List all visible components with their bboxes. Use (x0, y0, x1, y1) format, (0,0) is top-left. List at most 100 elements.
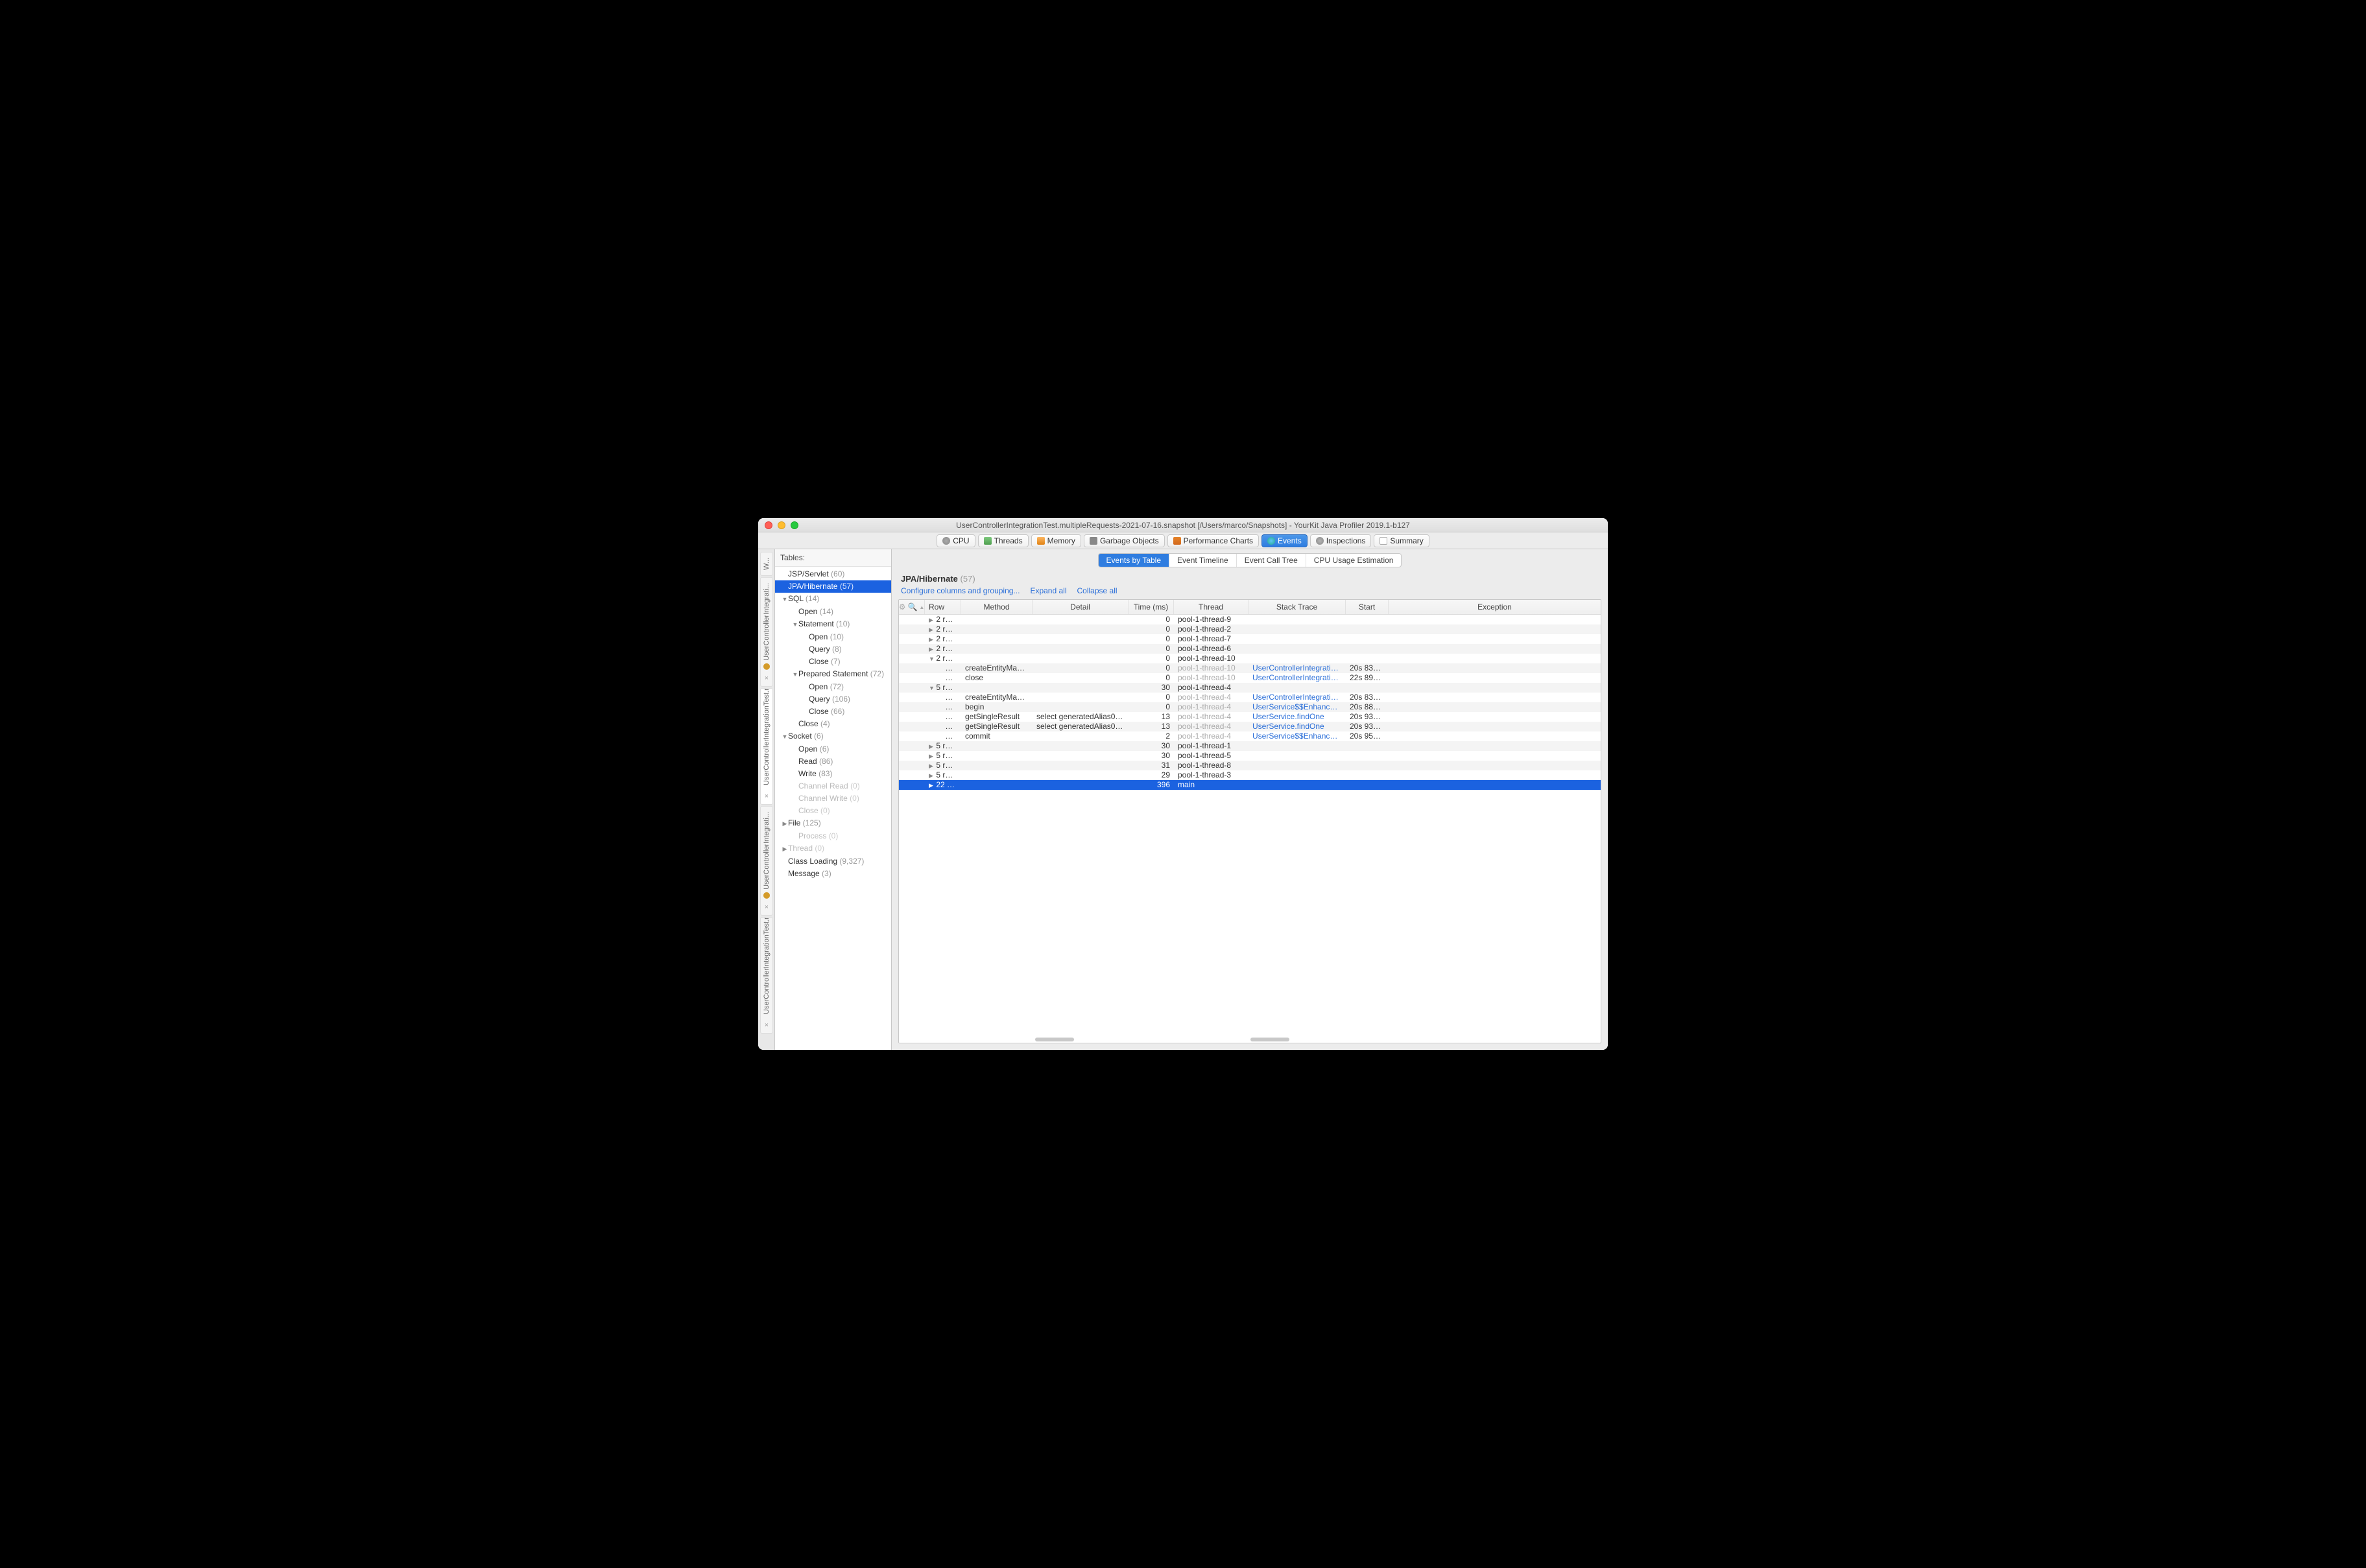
col-header-stack[interactable]: Stack Trace (1249, 600, 1346, 614)
disclosure-icon[interactable]: ▼ (782, 732, 788, 742)
tab-cpu[interactable]: CPU (937, 534, 975, 547)
gutter-tab[interactable]: ×UserControllerIntegrati... (760, 577, 773, 687)
tree-item[interactable]: JSP/Servlet (60) (775, 568, 891, 580)
close-icon[interactable]: × (763, 792, 770, 799)
col-header-thread[interactable]: Thread (1174, 600, 1249, 614)
disclosure-icon[interactable]: ▼ (792, 670, 798, 680)
disclosure-icon[interactable]: ▼ (929, 654, 934, 664)
table-row[interactable]: ▶ 5 rows30pool-1-thread-5 (899, 751, 1601, 761)
table-row[interactable]: ▶ 5 rows31pool-1-thread-8 (899, 761, 1601, 770)
gutter-tab[interactable]: ×UserControllerIntegrationTest.m... (760, 688, 773, 805)
tree-item[interactable]: Open (72) (775, 681, 891, 693)
tree-item[interactable]: Class Loading (9,327) (775, 855, 891, 868)
disclosure-icon[interactable]: ▼ (929, 683, 934, 693)
table-row[interactable]: ▶ 5 rows30pool-1-thread-1 (899, 741, 1601, 751)
tree-item[interactable]: ▼SQL (14) (775, 593, 891, 606)
disclosure-icon[interactable]: ▶ (929, 645, 934, 654)
table-row[interactable]: ▶ 2 rows0pool-1-thread-6 (899, 644, 1601, 654)
tab-inspections[interactable]: Inspections (1310, 534, 1372, 547)
tree-item[interactable]: ▶File (125) (775, 817, 891, 830)
table-row[interactable]: #33begin0pool-1-thread-4UserService$$Enh… (899, 702, 1601, 712)
search-icon[interactable]: 🔍 (907, 602, 917, 612)
close-icon[interactable]: × (763, 674, 770, 681)
tree-item[interactable]: Channel Read (0) (775, 780, 891, 792)
tree-item[interactable]: ▼Socket (6) (775, 730, 891, 743)
col-controls[interactable]: ⚙🔍▲ (899, 600, 925, 614)
tree-item[interactable]: Channel Write (0) (775, 792, 891, 805)
tree-item[interactable]: ▶Thread (0) (775, 842, 891, 855)
col-header-exception[interactable]: Exception (1389, 600, 1601, 614)
disclosure-icon[interactable]: ▶ (929, 742, 934, 752)
table-row[interactable]: #54close0pool-1-thread-10UserControllerI… (899, 673, 1601, 683)
table-body[interactable]: ▶ 2 rows0pool-1-thread-9▶ 2 rows0pool-1-… (899, 615, 1601, 1043)
table-row[interactable]: #43getSingleResultselect generatedAlias0… (899, 722, 1601, 731)
disclosure-icon[interactable]: ▶ (782, 819, 788, 829)
col-header-detail[interactable]: Detail (1033, 600, 1129, 614)
tree-item[interactable]: Open (6) (775, 743, 891, 755)
tree-item[interactable]: Process (0) (775, 830, 891, 842)
col-header-row[interactable]: Row (925, 600, 961, 614)
gutter-tab[interactable]: W... (760, 552, 773, 576)
disclosure-icon[interactable]: ▶ (929, 781, 934, 790)
table-row[interactable]: #51commit2pool-1-thread-4UserService$$En… (899, 731, 1601, 741)
table-row[interactable]: ▶ 22 rows396main (899, 780, 1601, 790)
disclosure-icon[interactable]: ▶ (929, 752, 934, 761)
table-row[interactable]: #40getSingleResultselect generatedAlias0… (899, 712, 1601, 722)
col-header-start[interactable]: Start (1346, 600, 1389, 614)
tree-item[interactable]: Open (14) (775, 606, 891, 618)
h-scroll-thumb-2[interactable] (1250, 1038, 1289, 1041)
table-row[interactable]: #24createEntityManager0pool-1-thread-4Us… (899, 693, 1601, 702)
tree-item[interactable]: Open (10) (775, 631, 891, 643)
col-header-time[interactable]: Time (ms) (1129, 600, 1174, 614)
tree-item[interactable]: Close (0) (775, 805, 891, 817)
tab-threads[interactable]: Threads (978, 534, 1029, 547)
tab-memory[interactable]: Memory (1031, 534, 1081, 547)
close-icon[interactable]: × (763, 1021, 770, 1028)
tree-item[interactable]: Close (66) (775, 706, 891, 718)
close-icon[interactable]: × (763, 903, 770, 910)
table-row[interactable]: ▼ 5 rows30pool-1-thread-4 (899, 683, 1601, 693)
maximize-icon[interactable] (791, 521, 798, 529)
table-row[interactable]: ▶ 2 rows0pool-1-thread-2 (899, 624, 1601, 634)
tree-item[interactable]: Query (8) (775, 643, 891, 656)
subtab-event-call-tree[interactable]: Event Call Tree (1237, 554, 1306, 567)
disclosure-icon[interactable]: ▶ (929, 625, 934, 635)
tab-performance[interactable]: Performance Charts (1167, 534, 1259, 547)
table-row[interactable]: #30createEntityManager0pool-1-thread-10U… (899, 663, 1601, 673)
tab-garbage[interactable]: Garbage Objects (1084, 534, 1165, 547)
tab-summary[interactable]: Summary (1374, 534, 1429, 547)
disclosure-icon[interactable]: ▶ (929, 615, 934, 625)
sort-asc-icon[interactable]: ▲ (919, 604, 924, 610)
subtab-cpu-usage-estimation[interactable]: CPU Usage Estimation (1306, 554, 1402, 567)
table-row[interactable]: ▶ 5 rows29pool-1-thread-3 (899, 770, 1601, 780)
tree-item[interactable]: Query (106) (775, 693, 891, 706)
subtab-events-by-table[interactable]: Events by Table (1099, 554, 1170, 567)
minimize-icon[interactable] (778, 521, 785, 529)
tree-item[interactable]: ▼Statement (10) (775, 618, 891, 631)
disclosure-icon[interactable]: ▼ (792, 620, 798, 630)
gear-icon[interactable]: ⚙ (899, 602, 905, 612)
tree-item[interactable]: ▼Prepared Statement (72) (775, 668, 891, 681)
gutter-tab[interactable]: ×UserControllerIntegrationTest.mu... (760, 917, 773, 1034)
close-icon[interactable] (765, 521, 772, 529)
tree-item[interactable]: Write (83) (775, 768, 891, 780)
h-scroll-thumb[interactable] (1035, 1038, 1074, 1041)
disclosure-icon[interactable]: ▶ (929, 761, 934, 771)
tree-item[interactable]: Close (4) (775, 718, 891, 730)
table-row[interactable]: ▼ 2 rows0pool-1-thread-10 (899, 654, 1601, 663)
table-row[interactable]: ▶ 2 rows0pool-1-thread-7 (899, 634, 1601, 644)
disclosure-icon[interactable]: ▼ (782, 595, 788, 604)
link-configure-columns[interactable]: Configure columns and grouping... (901, 586, 1020, 595)
link-expand-all[interactable]: Expand all (1030, 586, 1066, 595)
disclosure-icon[interactable]: ▶ (929, 771, 934, 781)
col-header-method[interactable]: Method (961, 600, 1033, 614)
disclosure-icon[interactable]: ▶ (782, 844, 788, 854)
tree-item[interactable]: Read (86) (775, 755, 891, 768)
tree-item[interactable]: JPA/Hibernate (57) (775, 580, 891, 593)
disclosure-icon[interactable]: ▶ (929, 635, 934, 645)
gutter-tab[interactable]: ×UserControllerIntegrati... (760, 806, 773, 916)
table-row[interactable]: ▶ 2 rows0pool-1-thread-9 (899, 615, 1601, 624)
tree-item[interactable]: Message (3) (775, 868, 891, 880)
link-collapse-all[interactable]: Collapse all (1077, 586, 1117, 595)
tab-events[interactable]: Events (1261, 534, 1308, 547)
